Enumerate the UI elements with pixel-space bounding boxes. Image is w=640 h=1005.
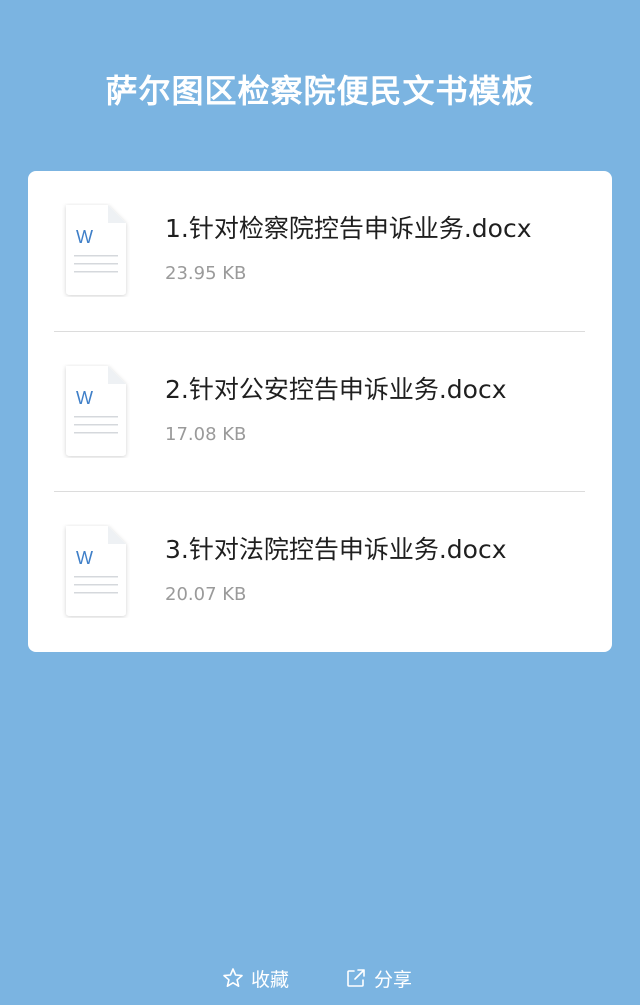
star-icon xyxy=(222,967,244,989)
file-item[interactable]: W 3.针对法院控告申诉业务.docx 20.07 KB xyxy=(28,492,612,652)
share-label: 分享 xyxy=(374,968,413,991)
favorite-label: 收藏 xyxy=(251,968,290,991)
bottom-action-bar: 收藏 分享 xyxy=(0,963,640,993)
file-item[interactable]: W 2.针对公安控告申诉业务.docx 17.08 KB xyxy=(28,332,612,492)
svg-text:W: W xyxy=(76,548,93,568)
file-size: 17.08 KB xyxy=(165,424,247,445)
file-list: W 1.针对检察院控告申诉业务.docx 23.95 KB W 2.针对公安控告… xyxy=(28,171,612,652)
file-item[interactable]: W 1.针对检察院控告申诉业务.docx 23.95 KB xyxy=(28,171,612,331)
file-size: 23.95 KB xyxy=(165,263,247,284)
file-name: 1.针对检察院控告申诉业务.docx xyxy=(165,214,532,243)
share-icon xyxy=(345,967,367,989)
svg-text:W: W xyxy=(76,388,93,408)
page-title: 萨尔图区检察院便民文书模板 xyxy=(105,72,535,110)
file-name: 2.针对公安控告申诉业务.docx xyxy=(165,375,507,404)
svg-text:W: W xyxy=(76,227,93,247)
file-name: 3.针对法院控告申诉业务.docx xyxy=(165,535,507,564)
word-doc-icon: W xyxy=(62,364,130,458)
word-doc-icon: W xyxy=(62,203,130,297)
file-size: 20.07 KB xyxy=(165,584,247,605)
share-button[interactable]: 分享 xyxy=(345,963,412,993)
favorite-button[interactable]: 收藏 xyxy=(222,963,289,993)
word-doc-icon: W xyxy=(62,524,130,618)
